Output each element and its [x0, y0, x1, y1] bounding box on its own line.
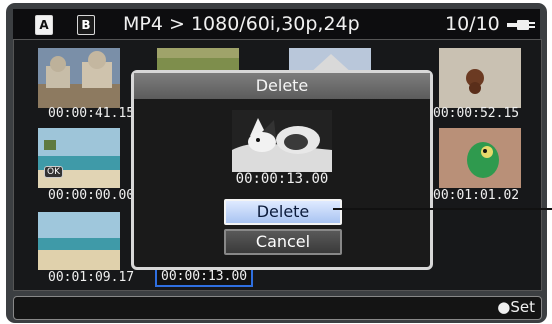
ok-badge: OK: [44, 166, 63, 178]
format-label: MP4 > 1080/60i,30p,24p: [123, 13, 360, 35]
dialog-timecode: 00:00:13.00: [235, 171, 329, 187]
bottom-bar: ●Set: [13, 296, 542, 320]
thumbnail-image[interactable]: [439, 48, 521, 108]
thumbnail-timecode: 00:01:01.02: [433, 188, 520, 203]
callout-line: [333, 208, 552, 210]
camera-screen: A B MP4 > 1080/60i,30p,24p 10/10 00:00:4…: [6, 3, 547, 323]
slot-a-tab[interactable]: A: [35, 15, 53, 35]
thumbnail-image[interactable]: [38, 48, 120, 108]
delete-dialog: Delete 00:00:13.00 Delete Cancel: [131, 70, 433, 270]
thumbnail-timecode: 00:01:09.17: [48, 270, 135, 285]
set-label[interactable]: ●Set: [497, 298, 535, 316]
status-bar: A B MP4 > 1080/60i,30p,24p 10/10: [13, 9, 540, 42]
thumbnail-timecode: 00:00:52.15: [433, 106, 520, 121]
cancel-button[interactable]: Cancel: [224, 229, 342, 255]
thumbnail-image[interactable]: [38, 212, 120, 270]
slot-b-tab[interactable]: B: [77, 15, 95, 35]
thumbnail-image[interactable]: [439, 128, 521, 188]
thumbnail-timecode: 00:00:41.15: [48, 106, 135, 121]
battery-icon: [506, 18, 536, 32]
dialog-title: Delete: [134, 73, 430, 99]
thumbnail-image[interactable]: [38, 128, 120, 188]
dialog-thumbnail: [232, 110, 332, 172]
thumbnail-timecode: 00:00:00.00: [48, 188, 135, 203]
clip-count: 10/10: [445, 13, 500, 35]
delete-button[interactable]: Delete: [224, 199, 342, 225]
